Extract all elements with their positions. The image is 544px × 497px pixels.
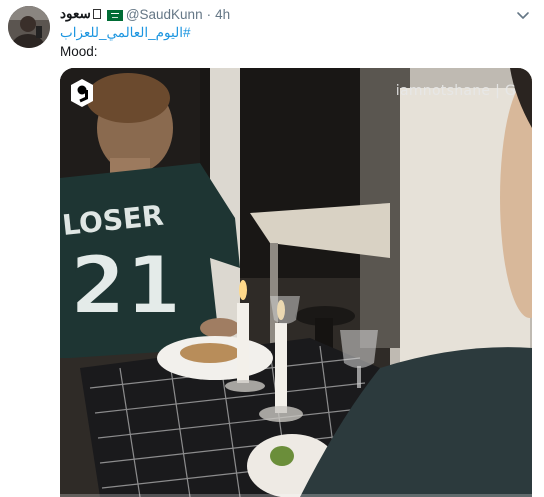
media-video[interactable]: LOSER 21 iamnotshane | G <box>60 68 532 497</box>
separator-dot: · <box>206 6 212 22</box>
saudi-flag-icon <box>106 9 123 21</box>
video-watermark: iamnotshane | G <box>395 83 516 99</box>
tweet[interactable]: سعود @SaudKunn · 4h #اليوم_العالمي_للعزا… <box>0 0 544 497</box>
timestamp[interactable]: 4h <box>215 7 230 22</box>
chevron-down-icon[interactable] <box>514 6 532 24</box>
jersey-number: 21 <box>70 239 181 332</box>
handle[interactable]: @SaudKunn <box>126 7 203 22</box>
unknown-glyph-icon <box>92 9 101 19</box>
tweet-text: Mood: <box>60 44 98 59</box>
hashtag-link[interactable]: #اليوم_العالمي_للعزاب <box>60 25 190 41</box>
9gag-logo-icon <box>70 78 94 108</box>
tweet-header: سعود @SaudKunn · 4h <box>60 5 230 23</box>
avatar[interactable] <box>8 6 50 48</box>
video-frame: LOSER 21 <box>60 68 532 497</box>
display-name[interactable]: سعود <box>60 6 91 22</box>
